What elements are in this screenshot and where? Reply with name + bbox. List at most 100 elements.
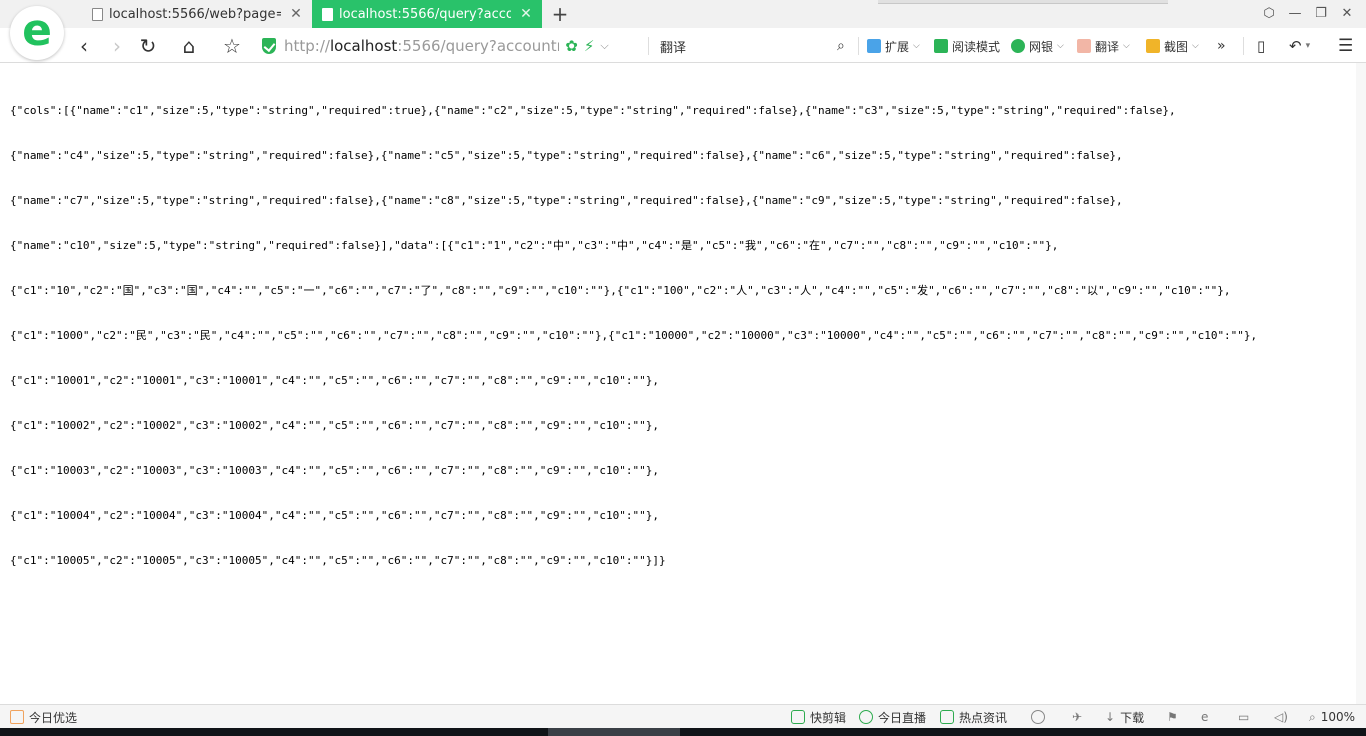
daily-picks-button[interactable]: 今日优选 xyxy=(10,708,77,726)
translate-button[interactable]: 翻译 ⌵ xyxy=(1077,36,1130,56)
skin-icon[interactable]: ⬡ xyxy=(1261,6,1277,22)
speed-icon[interactable] xyxy=(1031,708,1050,726)
gift-icon xyxy=(10,710,24,724)
online-banking-button[interactable]: 网银 ⌵ xyxy=(1011,36,1064,56)
daily-picks-label: 今日优选 xyxy=(29,710,78,725)
quick-edit-label: 快剪辑 xyxy=(810,710,847,725)
json-line: {"name":"c7","size":5,"type":"string","r… xyxy=(10,194,1123,207)
download-label: 下载 xyxy=(1120,710,1145,725)
pin-icon[interactable]: ✈ xyxy=(1072,708,1082,726)
scissors-icon xyxy=(1146,39,1160,53)
divider xyxy=(858,37,859,55)
extensions-button[interactable]: 扩展 ⌵ xyxy=(867,36,920,56)
json-line: {"name":"c4","size":5,"type":"string","r… xyxy=(10,149,1123,162)
json-line: {"c1":"10004","c2":"10004","c3":"10004",… xyxy=(10,509,660,522)
hot-news-button[interactable]: 热点资讯 xyxy=(940,708,1007,726)
json-line: {"c1":"10002","c2":"10002","c3":"10002",… xyxy=(10,419,660,432)
screenshot-button[interactable]: 截图 ⌵ xyxy=(1146,36,1199,56)
download-button[interactable]: ↓ 下载 xyxy=(1105,708,1144,726)
divider xyxy=(648,37,649,55)
security-shield-icon xyxy=(262,38,276,54)
hot-news-label: 热点资讯 xyxy=(959,710,1008,725)
undo-icon[interactable]: ↶ ▾ xyxy=(1289,36,1310,56)
bank-shield-icon xyxy=(1011,39,1025,53)
menu-icon[interactable]: ☰ xyxy=(1338,36,1353,56)
book-icon xyxy=(934,39,948,53)
reader-mode-label: 阅读模式 xyxy=(952,39,1001,54)
navigation-toolbar: ‹ › ↻ ⌂ ☆ http://localhost:5566/query?ac… xyxy=(0,28,1366,63)
restore-icon[interactable]: ❐ xyxy=(1313,6,1329,22)
url-host: localhost xyxy=(329,37,398,55)
speed-circle-icon xyxy=(1031,710,1045,724)
back-icon[interactable]: ‹ xyxy=(73,35,95,57)
home-icon[interactable]: ⌂ xyxy=(178,35,200,57)
more-tools-icon[interactable]: » xyxy=(1217,36,1226,56)
url-path: :5566/query?accountno= xyxy=(397,37,559,55)
screenshot-label: 截图 xyxy=(1164,39,1189,54)
address-bar[interactable]: http://localhost:5566/query?accountno= ✿… xyxy=(262,34,648,58)
tab-web-test[interactable]: localhost:5566/web?page=test ✕ xyxy=(82,0,310,28)
news-icon xyxy=(940,710,954,724)
json-line: {"c1":"10005","c2":"10005","c3":"10005",… xyxy=(10,554,666,567)
json-line: {"c1":"10","c2":"国","c3":"国","c4":"","c5… xyxy=(10,284,1231,297)
json-line: {"cols":[{"name":"c1","size":5,"type":"s… xyxy=(10,104,1176,117)
flag-icon[interactable]: ⚑ xyxy=(1167,708,1178,726)
favorite-star-icon[interactable]: ☆ xyxy=(221,35,243,57)
status-bar: 今日优选 快剪辑 今日直播 热点资讯 ✈ ↓ 下载 ⚑ e ▭ ◁) ⌕ 100… xyxy=(0,704,1366,728)
reload-icon[interactable]: ↻ xyxy=(137,35,159,57)
chevron-down-icon: ⌵ xyxy=(1123,41,1130,51)
close-icon[interactable]: ✕ xyxy=(519,6,533,22)
video-edit-icon xyxy=(791,710,805,724)
tab-bar: e localhost:5566/web?page=test ✕ localho… xyxy=(0,0,1366,60)
chevron-down-icon: ⌵ xyxy=(1057,41,1064,51)
mobile-icon[interactable]: ▯ xyxy=(1257,36,1265,56)
translate-search-label[interactable]: 翻译 xyxy=(660,36,686,56)
json-line: {"c1":"10003","c2":"10003","c3":"10003",… xyxy=(10,464,660,477)
popup-edge xyxy=(878,0,1168,4)
extensions-icon xyxy=(867,39,881,53)
reader-mode-button[interactable]: 阅读模式 xyxy=(934,36,1000,56)
close-icon[interactable]: ✕ xyxy=(289,6,303,22)
browser-logo-icon[interactable]: e xyxy=(10,6,64,60)
page-content: {"cols":[{"name":"c1","size":5,"type":"s… xyxy=(0,63,1366,704)
zoom-level: 100% xyxy=(1320,710,1356,724)
speed-mode-icon[interactable]: ⚡ xyxy=(584,37,595,55)
search-icon[interactable]: ⌕ xyxy=(837,36,845,56)
download-icon: ↓ xyxy=(1105,710,1116,724)
live-label: 今日直播 xyxy=(878,710,927,725)
tab-query[interactable]: localhost:5566/query?accountno= ✕ xyxy=(312,0,542,28)
live-button[interactable]: 今日直播 xyxy=(859,708,926,726)
translate-label: 翻译 xyxy=(1095,39,1120,54)
os-taskbar xyxy=(0,728,1366,736)
compat-mode-icon[interactable]: ✿ xyxy=(565,37,578,55)
page-icon xyxy=(322,7,333,21)
json-line: {"c1":"10001","c2":"10001","c3":"10001",… xyxy=(10,374,660,387)
forward-icon[interactable]: › xyxy=(106,35,128,57)
translate-icon xyxy=(1077,39,1091,53)
close-window-icon[interactable]: ✕ xyxy=(1339,6,1355,22)
json-line: {"c1":"1000","c2":"民","c3":"民","c4":"","… xyxy=(10,329,1258,342)
tab-title: localhost:5566/query?accountno= xyxy=(339,6,511,22)
chevron-down-icon: ⌵ xyxy=(1192,41,1199,51)
url-dropdown-icon[interactable]: ⌵ xyxy=(600,39,608,53)
url-protocol: http:// xyxy=(284,37,330,55)
online-banking-label: 网银 xyxy=(1029,39,1054,54)
minimize-icon[interactable]: — xyxy=(1287,6,1303,22)
zoom-icon: ⌕ xyxy=(1309,709,1316,724)
json-response: {"cols":[{"name":"c1","size":5,"type":"s… xyxy=(10,73,1350,598)
page-icon xyxy=(92,7,103,21)
divider xyxy=(1243,37,1244,55)
taskbar-active-item[interactable] xyxy=(548,728,680,736)
quick-edit-button[interactable]: 快剪辑 xyxy=(791,708,846,726)
window-icon[interactable]: ▭ xyxy=(1238,708,1249,726)
tab-title: localhost:5566/web?page=test xyxy=(109,6,281,22)
play-icon xyxy=(859,710,873,724)
json-line: {"name":"c10","size":5,"type":"string","… xyxy=(10,239,1059,252)
new-tab-icon[interactable]: + xyxy=(550,3,570,25)
extensions-label: 扩展 xyxy=(885,39,910,54)
zoom-control[interactable]: ⌕ 100% xyxy=(1309,708,1355,726)
chevron-down-icon: ⌵ xyxy=(913,41,920,51)
vertical-scrollbar[interactable] xyxy=(1356,63,1366,704)
ie-icon[interactable]: e xyxy=(1201,708,1208,726)
volume-icon[interactable]: ◁) xyxy=(1274,708,1288,726)
